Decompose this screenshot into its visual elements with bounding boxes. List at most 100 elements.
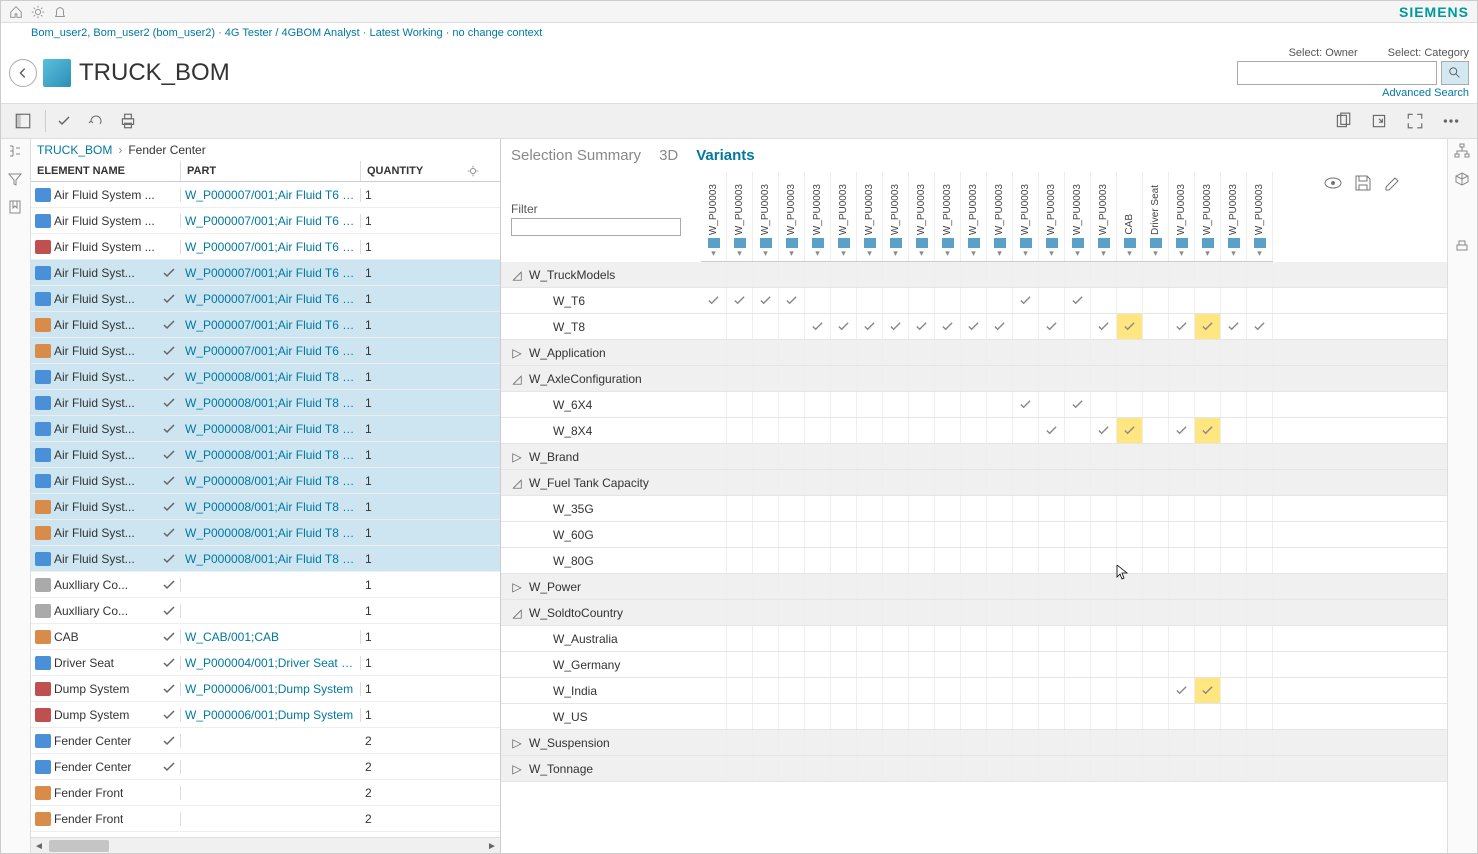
variant-cell[interactable] [1091, 678, 1117, 703]
variant-cell[interactable] [1013, 652, 1039, 677]
variant-cell[interactable] [1195, 652, 1221, 677]
variant-cell[interactable] [909, 418, 935, 443]
tab-selection-summary[interactable]: Selection Summary [511, 147, 641, 164]
variant-cell[interactable] [701, 626, 727, 651]
variant-cell[interactable] [987, 418, 1013, 443]
table-row[interactable]: Air Fluid Syst...W_P000008/001;Air Fluid… [31, 546, 500, 572]
variant-cell[interactable] [701, 314, 727, 339]
variant-cell[interactable] [753, 470, 779, 495]
variant-cell[interactable] [1091, 704, 1117, 729]
variant-cell[interactable] [1169, 548, 1195, 573]
variant-cell[interactable] [1117, 262, 1143, 287]
variant-cell[interactable] [961, 470, 987, 495]
variant-cell[interactable] [701, 262, 727, 287]
variant-cell[interactable] [1091, 366, 1117, 391]
variant-cell[interactable] [935, 262, 961, 287]
variant-cell[interactable] [1013, 392, 1039, 417]
variant-cell[interactable] [987, 652, 1013, 677]
variant-cell[interactable] [883, 262, 909, 287]
variant-cell[interactable] [1117, 652, 1143, 677]
variant-col-header[interactable]: W_PU0003▾ [701, 172, 727, 261]
variant-cell[interactable] [1013, 418, 1039, 443]
variant-cell[interactable] [831, 678, 857, 703]
variant-cell[interactable] [779, 470, 805, 495]
variant-value[interactable]: W_6X4 [501, 392, 701, 418]
variant-cell[interactable] [1247, 704, 1273, 729]
variant-col-header[interactable]: W_PU0003▾ [727, 172, 753, 261]
variant-cell[interactable] [1221, 730, 1247, 755]
variant-cell[interactable] [883, 470, 909, 495]
variant-cell[interactable] [1247, 626, 1273, 651]
variant-cell[interactable] [779, 678, 805, 703]
variant-col-header[interactable]: W_PU0003▾ [1039, 172, 1065, 261]
variant-value[interactable]: W_US [501, 704, 701, 730]
variant-cell[interactable] [987, 704, 1013, 729]
variant-cell[interactable] [805, 262, 831, 287]
print-icon[interactable] [114, 107, 142, 135]
variant-cell[interactable] [831, 626, 857, 651]
variant-cell[interactable] [883, 496, 909, 521]
variant-value[interactable]: W_8X4 [501, 418, 701, 444]
variant-cell[interactable] [1039, 756, 1065, 781]
table-row[interactable]: Air Fluid Syst...W_P000007/001;Air Fluid… [31, 260, 500, 286]
variant-cell[interactable] [935, 314, 961, 339]
variant-col-header[interactable]: W_PU0003▾ [857, 172, 883, 261]
variant-cell[interactable] [1039, 574, 1065, 599]
variant-cell[interactable] [1091, 444, 1117, 469]
variant-cell[interactable] [1247, 600, 1273, 625]
variant-cell[interactable] [1247, 522, 1273, 547]
variant-cell[interactable] [779, 314, 805, 339]
variant-cell[interactable] [1013, 600, 1039, 625]
export-icon[interactable] [1365, 107, 1393, 135]
variant-cell[interactable] [831, 418, 857, 443]
variant-cell[interactable] [1143, 314, 1169, 339]
variant-cell[interactable] [1091, 522, 1117, 547]
copy-icon[interactable] [1329, 107, 1357, 135]
variant-cell[interactable] [701, 418, 727, 443]
variant-cell[interactable] [805, 444, 831, 469]
variant-cell[interactable] [727, 392, 753, 417]
variant-cell[interactable] [1169, 496, 1195, 521]
variant-value[interactable]: W_India [501, 678, 701, 704]
variant-cell[interactable] [1065, 730, 1091, 755]
variant-cell[interactable] [1195, 496, 1221, 521]
variant-cell[interactable] [987, 496, 1013, 521]
variant-cell[interactable] [961, 418, 987, 443]
table-row[interactable]: Air Fluid Syst...W_P000008/001;Air Fluid… [31, 416, 500, 442]
variant-col-header[interactable]: W_PU0003▾ [883, 172, 909, 261]
variant-cell[interactable] [1117, 548, 1143, 573]
variant-cell[interactable] [1143, 418, 1169, 443]
variant-cell[interactable] [701, 548, 727, 573]
variant-value[interactable]: W_35G [501, 496, 701, 522]
variant-cell[interactable] [909, 626, 935, 651]
variant-cell[interactable] [857, 470, 883, 495]
variant-cell[interactable] [857, 626, 883, 651]
variant-cell[interactable] [909, 704, 935, 729]
variant-cell[interactable] [1221, 574, 1247, 599]
variant-cell[interactable] [961, 704, 987, 729]
variant-cell[interactable] [1143, 574, 1169, 599]
variant-cell[interactable] [779, 600, 805, 625]
variant-cell[interactable] [909, 756, 935, 781]
variant-cell[interactable] [1247, 418, 1273, 443]
variant-group[interactable]: ◿W_SoldtoCountry [501, 600, 701, 626]
variant-cell[interactable] [961, 600, 987, 625]
variant-cell[interactable] [727, 496, 753, 521]
variant-cell[interactable] [753, 444, 779, 469]
variant-cell[interactable] [857, 756, 883, 781]
variant-cell[interactable] [779, 652, 805, 677]
variant-cell[interactable] [1247, 574, 1273, 599]
variant-cell[interactable] [1195, 262, 1221, 287]
variant-cell[interactable] [1091, 392, 1117, 417]
variant-cell[interactable] [935, 574, 961, 599]
variant-cell[interactable] [1195, 730, 1221, 755]
variant-cell[interactable] [1117, 574, 1143, 599]
variant-cell[interactable] [1013, 548, 1039, 573]
variant-cell[interactable] [1091, 600, 1117, 625]
variant-cell[interactable] [1195, 288, 1221, 313]
variant-cell[interactable] [701, 756, 727, 781]
variant-cell[interactable] [1117, 730, 1143, 755]
variant-cell[interactable] [1039, 678, 1065, 703]
variant-cell[interactable] [1143, 548, 1169, 573]
variant-cell[interactable] [1013, 522, 1039, 547]
